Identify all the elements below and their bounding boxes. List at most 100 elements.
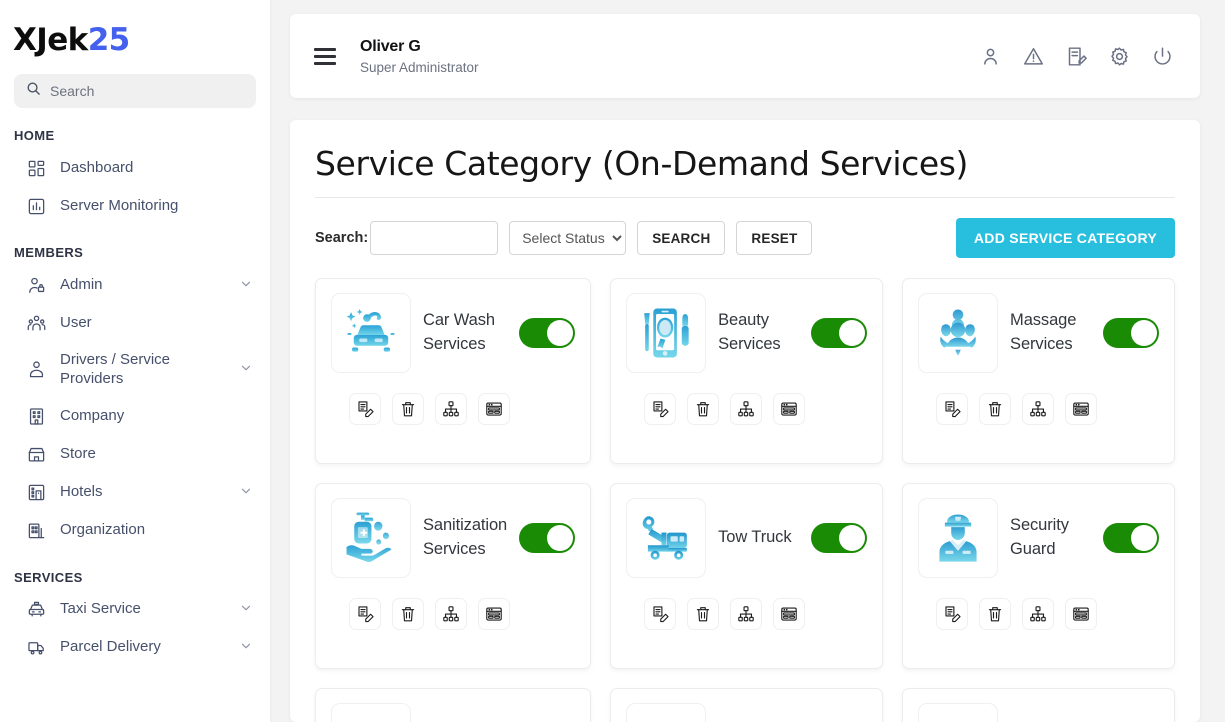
edit-document-icon[interactable]: [644, 393, 676, 425]
content-panel: Service Category (On-Demand Services) Se…: [290, 120, 1200, 722]
sidebar-item-label: Dashboard: [60, 159, 252, 178]
trash-delete-icon[interactable]: [687, 598, 719, 630]
service-card-actions: [331, 393, 575, 425]
trash-delete-icon[interactable]: [979, 393, 1011, 425]
service-status-toggle[interactable]: [811, 318, 867, 348]
sidebar-item-taxi-service[interactable]: Taxi Service: [0, 591, 270, 629]
taxi-car-icon: [26, 600, 46, 619]
search-button[interactable]: SEARCH: [637, 221, 725, 255]
service-card-header: [918, 703, 1159, 722]
sidebar-item-label: Organization: [60, 521, 252, 540]
sidebar-item-admin[interactable]: Admin: [0, 266, 270, 304]
sidebar-section-home: HOME: [0, 108, 270, 149]
partial-card-icon-2: [626, 703, 706, 722]
form-layout-icon[interactable]: [773, 393, 805, 425]
sidebar-item-company[interactable]: Company: [0, 398, 270, 436]
trash-delete-icon[interactable]: [392, 598, 424, 630]
warning-triangle-icon[interactable]: [1023, 46, 1044, 67]
partial-card-icon-3: [918, 703, 998, 722]
service-category-card: Security Guard: [902, 483, 1175, 669]
sidebar-item-user[interactable]: User: [0, 304, 270, 342]
edit-document-icon[interactable]: [349, 598, 381, 630]
service-category-card: Massage Services: [902, 278, 1175, 464]
sidebar-item-label: Company: [60, 407, 252, 426]
form-layout-icon[interactable]: [773, 598, 805, 630]
service-card-title: Massage Services: [1010, 309, 1091, 357]
sidebar-search[interactable]: [14, 74, 256, 108]
header-icon-group: [980, 46, 1173, 67]
status-select[interactable]: Select StatusActiveInactive: [509, 221, 626, 255]
search-input[interactable]: [50, 83, 244, 99]
service-status-toggle[interactable]: [811, 523, 867, 553]
service-card-header: Car Wash Services: [331, 293, 575, 373]
sitemap-hierarchy-icon[interactable]: [730, 598, 762, 630]
sidebar-item-store[interactable]: Store: [0, 436, 270, 474]
user-role: Super Administrator: [360, 60, 980, 75]
hotel-building-icon: [26, 483, 46, 502]
sidebar-item-label: Taxi Service: [60, 600, 226, 619]
sitemap-hierarchy-icon[interactable]: [730, 393, 762, 425]
service-category-card: Tow Truck: [610, 483, 883, 669]
sidebar: XJek25 HOMEDashboardServer MonitoringMEM…: [0, 0, 270, 722]
filter-toolbar: Search: Select StatusActiveInactive SEAR…: [315, 218, 1175, 258]
search-input-field[interactable]: [370, 221, 498, 255]
edit-document-icon[interactable]: [644, 598, 676, 630]
sidebar-item-organization[interactable]: Organization: [0, 512, 270, 550]
toggle-knob: [839, 525, 865, 551]
form-layout-icon[interactable]: [478, 598, 510, 630]
sidebar-item-server-monitoring[interactable]: Server Monitoring: [0, 187, 270, 225]
hamburger-menu-icon[interactable]: [314, 44, 336, 69]
chevron-down-icon[interactable]: [240, 601, 252, 618]
form-layout-icon[interactable]: [1065, 393, 1097, 425]
service-card-actions: [918, 598, 1159, 630]
users-group-icon: [26, 314, 46, 333]
sanitizer-hand-icon: [331, 498, 411, 578]
service-status-toggle[interactable]: [519, 318, 575, 348]
chevron-down-icon[interactable]: [240, 361, 252, 378]
trash-delete-icon[interactable]: [392, 393, 424, 425]
form-layout-icon[interactable]: [1065, 598, 1097, 630]
settings-gear-icon[interactable]: [1109, 46, 1130, 67]
sitemap-hierarchy-icon[interactable]: [1022, 393, 1054, 425]
massage-spa-icon: [918, 293, 998, 373]
sidebar-item-label: User: [60, 314, 252, 333]
document-edit-icon[interactable]: [1066, 46, 1087, 67]
organization-building-icon: [26, 521, 46, 540]
sidebar-section-members: MEMBERS: [0, 225, 270, 266]
sidebar-item-dashboard[interactable]: Dashboard: [0, 149, 270, 187]
add-service-category-button[interactable]: ADD SERVICE CATEGORY: [956, 218, 1175, 258]
sitemap-hierarchy-icon[interactable]: [435, 393, 467, 425]
trash-delete-icon[interactable]: [687, 393, 719, 425]
profile-user-icon[interactable]: [980, 46, 1001, 67]
car-wash-icon: [331, 293, 411, 373]
beauty-makeup-icon: [626, 293, 706, 373]
store-front-icon: [26, 445, 46, 464]
sidebar-item-parcel-delivery[interactable]: Parcel Delivery: [0, 629, 270, 667]
service-card-title: Tow Truck: [718, 526, 799, 550]
service-status-toggle[interactable]: [1103, 318, 1159, 348]
service-card-title: Sanitization Services: [423, 514, 507, 562]
service-status-toggle[interactable]: [519, 523, 575, 553]
chevron-down-icon[interactable]: [240, 484, 252, 501]
driver-person-icon: [26, 360, 46, 379]
service-card-header: [626, 703, 867, 722]
sitemap-hierarchy-icon[interactable]: [1022, 598, 1054, 630]
sidebar-item-drivers-service-providers[interactable]: Drivers / Service Providers: [0, 342, 270, 398]
edit-document-icon[interactable]: [936, 598, 968, 630]
service-category-card: Car Wash Services: [315, 278, 591, 464]
power-logout-icon[interactable]: [1152, 46, 1173, 67]
edit-document-icon[interactable]: [349, 393, 381, 425]
chevron-down-icon[interactable]: [240, 277, 252, 294]
toggle-knob: [1131, 525, 1157, 551]
service-category-card: [315, 688, 591, 722]
edit-document-icon[interactable]: [936, 393, 968, 425]
service-card-title: Beauty Services: [718, 309, 799, 357]
sitemap-hierarchy-icon[interactable]: [435, 598, 467, 630]
form-layout-icon[interactable]: [478, 393, 510, 425]
chevron-down-icon[interactable]: [240, 639, 252, 656]
sidebar-item-hotels[interactable]: Hotels: [0, 474, 270, 512]
trash-delete-icon[interactable]: [979, 598, 1011, 630]
header-user-block: Oliver G Super Administrator: [360, 38, 980, 75]
reset-button[interactable]: RESET: [736, 221, 812, 255]
service-status-toggle[interactable]: [1103, 523, 1159, 553]
